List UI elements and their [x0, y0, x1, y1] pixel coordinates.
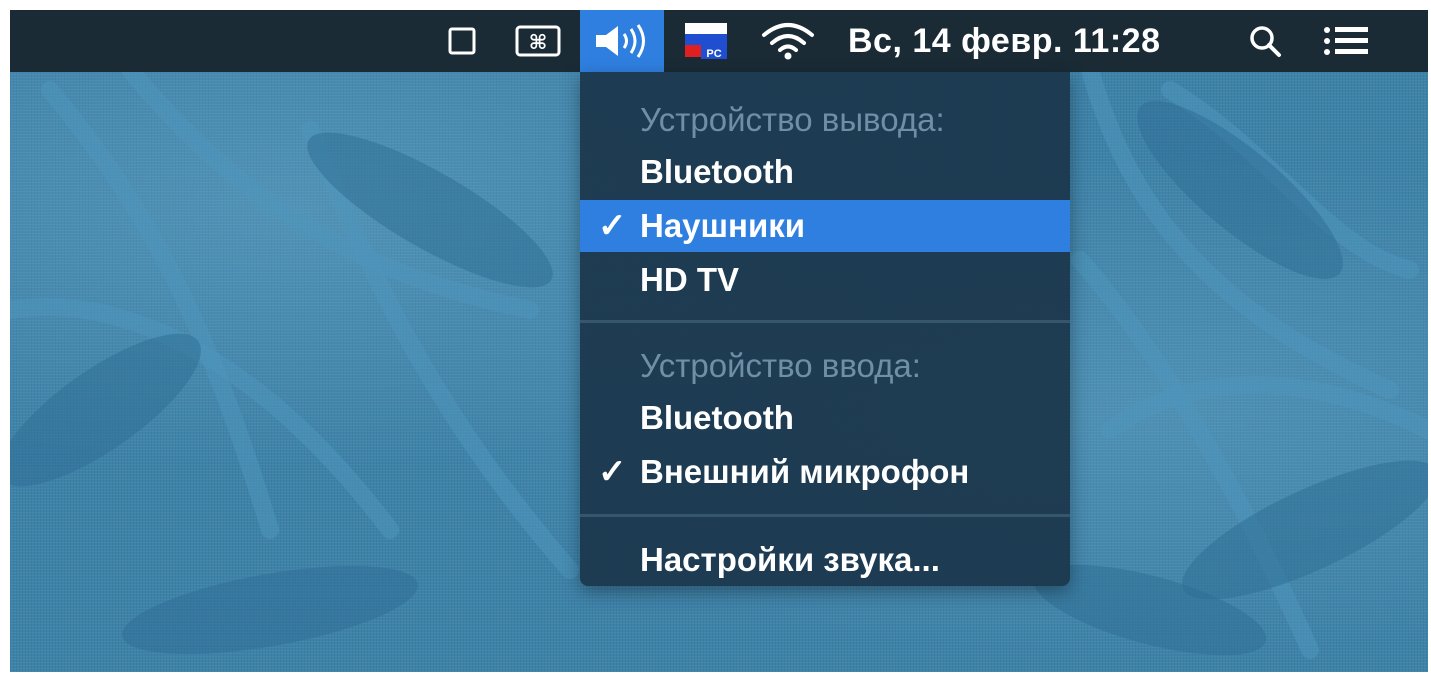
svg-text:⌘: ⌘ — [529, 30, 548, 54]
menu-bar: ⌘ PC Вс, 14 февр. 11:28 — [10, 10, 1428, 72]
menu-separator — [580, 514, 1070, 517]
menu-item-label: Внешний микрофон — [640, 453, 970, 490]
window-icon[interactable] — [438, 10, 486, 72]
flag-label: PC — [706, 48, 721, 60]
output-device-header: Устройство вывода: — [580, 94, 1070, 146]
output-item-headphones[interactable]: ✓ Наушники — [580, 200, 1070, 252]
volume-icon[interactable] — [580, 10, 664, 72]
input-device-header: Устройство ввода: — [580, 340, 1070, 392]
search-icon[interactable] — [1240, 10, 1290, 72]
checkmark-icon: ✓ — [598, 207, 627, 245]
menu-item-label: Наушники — [640, 207, 806, 244]
sound-settings-item[interactable]: Настройки звука... — [580, 534, 1070, 586]
output-item-bluetooth[interactable]: Bluetooth — [580, 146, 1070, 198]
menubar-clock[interactable]: Вс, 14 февр. 11:28 — [848, 10, 1194, 72]
checkmark-icon: ✓ — [598, 453, 627, 491]
input-device-header-label: Устройство ввода: — [640, 347, 921, 384]
menu-item-label: Bluetooth — [640, 153, 794, 190]
list-icon[interactable] — [1316, 10, 1376, 72]
output-item-hdtv[interactable]: HD TV — [580, 254, 1070, 306]
sound-dropdown-menu: Устройство вывода: Bluetooth ✓ Наушники … — [580, 72, 1070, 586]
menu-item-label: Настройки звука... — [640, 541, 940, 578]
flag-icon[interactable]: PC — [678, 10, 734, 72]
menu-item-label: HD TV — [640, 261, 739, 298]
input-item-bluetooth[interactable]: Bluetooth — [580, 392, 1070, 444]
desktop: ⌘ PC Вс, 14 февр. 11:28 Устройство вывод… — [10, 10, 1428, 672]
command-icon[interactable]: ⌘ — [510, 10, 566, 72]
wifi-icon[interactable] — [754, 10, 822, 72]
input-item-external-mic[interactable]: ✓ Внешний микрофон — [580, 446, 1070, 498]
menu-separator — [580, 320, 1070, 323]
output-device-header-label: Устройство вывода: — [640, 101, 945, 138]
menu-item-label: Bluetooth — [640, 399, 794, 436]
